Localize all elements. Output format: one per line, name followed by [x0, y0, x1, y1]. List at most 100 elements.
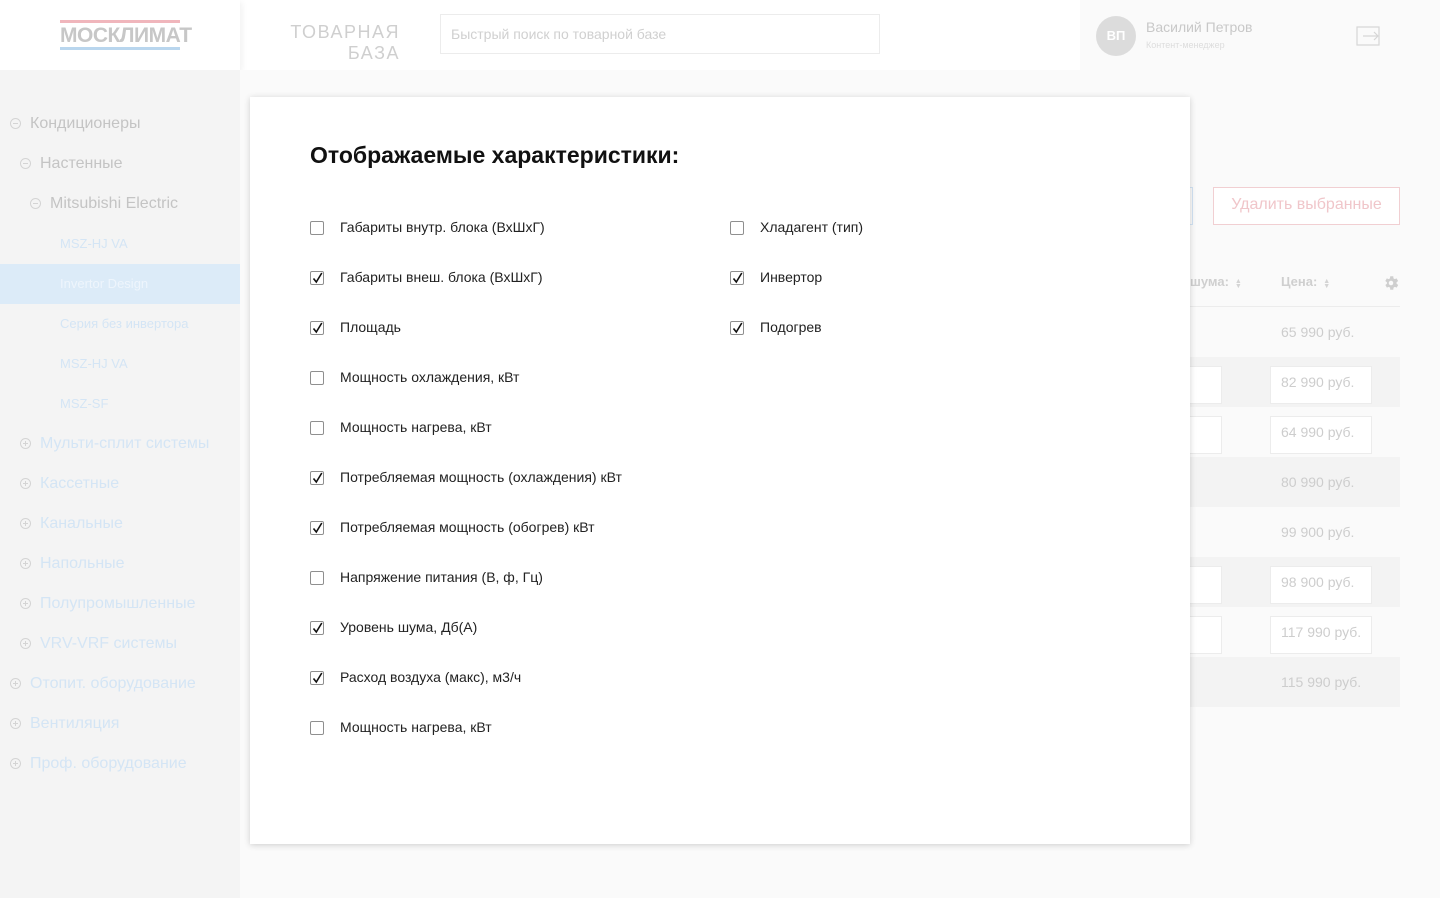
collapse-icon[interactable]	[10, 118, 21, 129]
sidebar-item-label: Invertor Design	[60, 276, 149, 291]
checkbox[interactable]	[730, 271, 744, 285]
logo-container: МОСКЛИМАТ	[0, 0, 240, 70]
collapse-icon[interactable]	[30, 198, 41, 209]
sidebar-item[interactable]: VRV-VRF системы	[20, 624, 177, 664]
table-cell-input[interactable]	[1190, 566, 1222, 604]
sidebar-item[interactable]: Канальные	[20, 504, 123, 544]
logout-icon[interactable]	[1356, 26, 1380, 46]
characteristic-label: Мощность нагрева, кВт	[340, 719, 492, 735]
sidebar-item[interactable]: Вентиляция	[10, 704, 119, 744]
expand-icon[interactable]	[20, 478, 31, 489]
checkmark-icon	[312, 322, 323, 334]
table-cell-input[interactable]	[1190, 366, 1222, 404]
characteristic-label: Мощность охлаждения, кВт	[340, 369, 520, 385]
sidebar-item[interactable]: Настенные	[20, 144, 123, 184]
user-panel: ВП Василий Петров Контент-менеджер	[1080, 0, 1440, 70]
checkbox[interactable]	[310, 621, 324, 635]
expand-icon[interactable]	[20, 558, 31, 569]
expand-icon[interactable]	[20, 598, 31, 609]
checkbox[interactable]	[310, 721, 324, 735]
section-title: ТОВАРНАЯ БАЗА	[290, 22, 400, 63]
app-header: МОСКЛИМАТ ТОВАРНАЯ БАЗА ВП Василий Петро…	[0, 0, 1440, 70]
price-value: 82 990 руб.	[1281, 374, 1355, 390]
sidebar-item[interactable]: Мульти-сплит системы	[20, 424, 209, 464]
collapse-icon[interactable]	[20, 158, 31, 169]
sidebar-item-label: Кассетные	[40, 475, 120, 492]
characteristic-label: Потребляемая мощность (охлаждения) кВт	[340, 469, 622, 485]
checkbox[interactable]	[310, 471, 324, 485]
sidebar-item-label: MSZ-SF	[60, 396, 109, 411]
price-value: 98 900 руб.	[1281, 574, 1355, 590]
sidebar-item-label: Проф. оборудование	[30, 755, 187, 772]
expand-icon[interactable]	[20, 438, 31, 449]
sidebar-item[interactable]: Кондиционеры	[10, 104, 140, 144]
sidebar-item-label: Отопит. оборудование	[30, 675, 196, 692]
expand-icon[interactable]	[10, 678, 21, 689]
price-value: 99 900 руб.	[1281, 524, 1355, 540]
characteristic-label: Инвертор	[760, 269, 823, 285]
checkbox[interactable]	[310, 521, 324, 535]
user-role: Контент-менеджер	[1146, 40, 1225, 50]
sidebar-item[interactable]: Полупромышленные	[20, 584, 195, 624]
checkbox[interactable]	[310, 671, 324, 685]
sidebar-item-label: Настенные	[40, 155, 123, 172]
expand-icon[interactable]	[20, 638, 31, 649]
sidebar-item-label: Мульти-сплит системы	[40, 435, 210, 452]
checkmark-icon	[732, 322, 743, 334]
characteristics-modal: Отображаемые характеристики: Габариты вн…	[250, 97, 1190, 844]
checkbox[interactable]	[310, 271, 324, 285]
characteristic-label: Габариты внутр. блока (ВхШхГ)	[340, 219, 545, 235]
sidebar-item[interactable]: Серия без инвертора	[60, 304, 188, 344]
sidebar-item[interactable]: MSZ-HJ VA	[60, 344, 128, 384]
search-input[interactable]	[440, 14, 880, 54]
table-cell-input[interactable]	[1190, 616, 1222, 654]
logo-stripe-red	[60, 20, 180, 23]
price-value: 65 990 руб.	[1281, 324, 1355, 340]
sidebar-item[interactable]: Кассетные	[20, 464, 119, 504]
checkbox[interactable]	[730, 321, 744, 335]
characteristic-label: Хладагент (тип)	[760, 219, 864, 235]
characteristic-label: Площадь	[340, 319, 401, 335]
price-value: 117 990 руб.	[1281, 624, 1362, 640]
column-header-noise-label: шума:	[1190, 274, 1229, 289]
sidebar-item[interactable]: Invertor Design	[0, 264, 240, 304]
logo-text: МОСКЛИМАТ	[60, 24, 192, 47]
checkmark-icon	[312, 622, 323, 634]
sort-icon[interactable]: ▲ ▼	[1235, 278, 1242, 290]
expand-icon[interactable]	[10, 758, 21, 769]
sidebar-item[interactable]: Напольные	[20, 544, 125, 584]
checkbox[interactable]	[310, 321, 324, 335]
expand-icon[interactable]	[10, 718, 21, 729]
sidebar-item[interactable]: Отопит. оборудование	[10, 664, 196, 704]
column-header-noise[interactable]: шума: ▲ ▼	[1190, 274, 1242, 290]
checkmark-icon	[312, 272, 323, 284]
sidebar-item[interactable]: Проф. оборудование	[10, 744, 187, 784]
checkmark-icon	[312, 522, 323, 534]
checkbox[interactable]	[310, 421, 324, 435]
characteristic-label: Расход воздуха (макс), м3/ч	[340, 669, 522, 685]
sidebar-item-label: MSZ-HJ VA	[60, 236, 128, 251]
checkbox[interactable]	[310, 221, 324, 235]
checkbox[interactable]	[310, 371, 324, 385]
delete-selected-button[interactable]: Удалить выбранные	[1213, 187, 1400, 225]
checkmark-icon	[312, 672, 323, 684]
table-cell-input[interactable]	[1190, 416, 1222, 454]
checkmark-icon	[312, 472, 323, 484]
column-header-price[interactable]: Цена: ▲ ▼	[1281, 274, 1330, 290]
company-logo[interactable]: МОСКЛИМАТ	[60, 20, 192, 50]
price-value: 80 990 руб.	[1281, 474, 1355, 490]
price-value: 115 990 руб.	[1281, 674, 1362, 690]
sidebar-item-label: Канальные	[40, 515, 123, 532]
sidebar-item-label: VRV-VRF системы	[40, 635, 177, 652]
expand-icon[interactable]	[20, 518, 31, 529]
sidebar-item[interactable]: MSZ-SF	[60, 384, 108, 424]
sidebar-item[interactable]: Mitsubishi Electric	[30, 184, 178, 224]
characteristic-label: Уровень шума, Дб(А)	[340, 619, 478, 635]
checkbox[interactable]	[310, 571, 324, 585]
sort-icon[interactable]: ▲ ▼	[1323, 278, 1330, 290]
sidebar-item[interactable]: MSZ-HJ VA	[60, 224, 128, 264]
checkbox[interactable]	[730, 221, 744, 235]
sidebar-item-label: Напольные	[40, 555, 125, 572]
avatar[interactable]: ВП	[1096, 16, 1136, 56]
gear-icon[interactable]	[1382, 274, 1400, 292]
